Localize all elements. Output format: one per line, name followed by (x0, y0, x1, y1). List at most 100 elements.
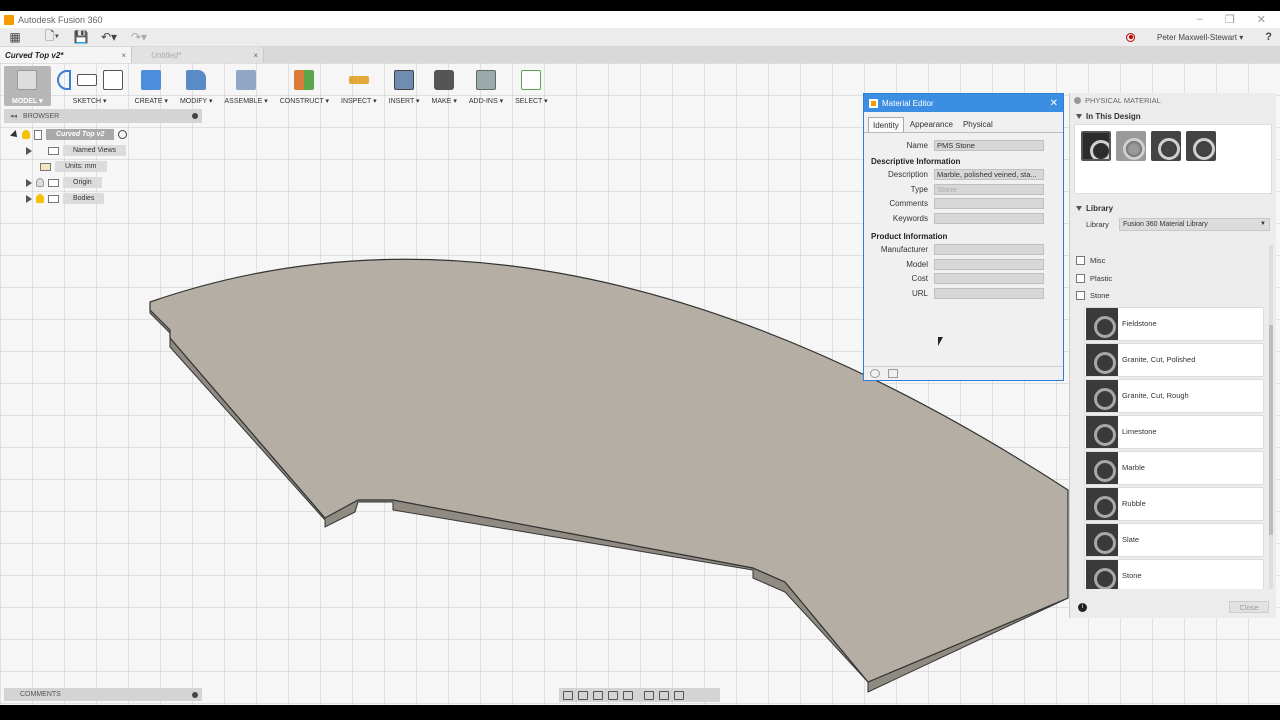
material-item[interactable]: Slate (1084, 522, 1264, 557)
type-dropdown[interactable]: Stone (934, 183, 1044, 195)
make-menu[interactable]: MAKE ▾ (426, 66, 463, 106)
scripts-addins-icon[interactable] (475, 70, 496, 90)
scrollbar-thumb[interactable] (1269, 325, 1273, 535)
description-field[interactable]: Marble, polished veined, sta... (934, 169, 1044, 181)
close-dialog-icon[interactable]: ✕ (1050, 98, 1058, 109)
material-swatch[interactable] (1186, 131, 1216, 161)
workspace-switcher[interactable]: MODEL ▾ (4, 66, 51, 106)
press-pull-icon[interactable] (186, 70, 207, 90)
visibility-bulb-icon[interactable] (36, 194, 44, 203)
tab-appearance[interactable]: Appearance (906, 117, 957, 132)
url-field[interactable] (934, 287, 1044, 299)
material-item[interactable]: Rubble (1084, 486, 1264, 521)
browser-item-named-views[interactable]: Named Views (26, 144, 127, 157)
library-scrollbar[interactable] (1269, 245, 1273, 589)
material-item[interactable]: Limestone (1084, 414, 1264, 449)
file-menu-icon[interactable]: 🗋▾ (38, 29, 66, 45)
library-dropdown[interactable]: Fusion 360 Material Library ▼ (1118, 217, 1270, 231)
visibility-bulb-icon[interactable] (36, 178, 44, 187)
browser-root-node[interactable]: Curved Top v2 (10, 128, 128, 141)
tab-physical[interactable]: Physical (959, 117, 997, 132)
comments-field[interactable] (934, 198, 1044, 210)
create-menu[interactable]: CREATE ▾ (129, 66, 174, 106)
addins-menu[interactable]: ADD-INS ▾ (463, 66, 509, 106)
fit-icon[interactable] (623, 690, 633, 700)
zoom-icon[interactable] (608, 690, 618, 700)
expand-icon[interactable] (26, 146, 32, 155)
close-window-icon[interactable]: ✕ (1257, 13, 1266, 26)
create-sketch-icon[interactable] (56, 70, 71, 90)
material-browser-icon[interactable] (888, 369, 898, 378)
activate-radio-icon[interactable] (118, 130, 128, 139)
insert-menu[interactable]: INSERT ▾ (383, 66, 426, 106)
collapse-browser-icon[interactable]: ◂◂ (10, 112, 17, 120)
modify-menu[interactable]: MODIFY ▾ (174, 66, 219, 106)
info-icon[interactable]: i (1078, 602, 1087, 612)
panel-header[interactable]: PHYSICAL MATERIAL (1070, 93, 1276, 108)
measure-icon[interactable] (348, 76, 369, 84)
in-this-design-header[interactable]: In This Design (1070, 108, 1276, 124)
assemble-menu[interactable]: ASSEMBLE ▾ (219, 66, 274, 106)
help-icon[interactable]: ? (1265, 31, 1272, 43)
material-swatch[interactable] (1081, 131, 1111, 161)
inspect-menu[interactable]: INSPECT ▾ (335, 66, 383, 106)
category-checkbox[interactable] (1076, 291, 1085, 301)
construct-menu[interactable]: CONSTRUCT ▾ (274, 66, 335, 106)
undo-icon[interactable]: ↶▾ (96, 29, 122, 45)
redo-icon[interactable]: ↷▾ (126, 29, 152, 45)
select-menu[interactable]: SELECT ▾ (509, 66, 554, 106)
new-component-icon[interactable] (236, 70, 257, 90)
grid-settings-icon[interactable] (659, 690, 669, 700)
collapse-caret-icon[interactable] (1076, 205, 1082, 211)
rectangle-icon[interactable] (76, 74, 97, 86)
expand-icon[interactable] (10, 129, 20, 140)
model-field[interactable] (934, 258, 1044, 270)
pan-icon[interactable] (593, 690, 603, 700)
comments-panel-header[interactable]: COMMENTS (4, 688, 202, 701)
library-header[interactable]: Library (1070, 200, 1276, 216)
expand-icon[interactable] (26, 194, 32, 203)
browser-item-units[interactable]: Units: mm (40, 160, 107, 173)
category-misc[interactable]: Misc (1070, 252, 1270, 270)
orbit-icon[interactable] (563, 690, 573, 700)
3d-print-icon[interactable] (434, 70, 455, 90)
close-button[interactable]: Close (1229, 601, 1269, 613)
viewports-icon[interactable] (674, 690, 684, 700)
offset-plane-icon[interactable] (294, 70, 315, 90)
record-icon[interactable] (1126, 32, 1135, 42)
close-tab-icon[interactable]: × (121, 51, 126, 60)
category-checkbox[interactable] (1076, 256, 1085, 266)
save-icon[interactable]: 💾 (70, 29, 92, 45)
collapse-caret-icon[interactable] (1076, 113, 1082, 119)
category-checkbox[interactable] (1076, 273, 1085, 283)
material-swatch[interactable] (1116, 131, 1146, 161)
material-item[interactable]: Stone (1084, 558, 1264, 589)
pin-icon[interactable] (192, 113, 198, 119)
pin-icon[interactable] (192, 691, 198, 698)
manufacturer-field[interactable] (934, 244, 1044, 256)
insert-image-icon[interactable] (394, 70, 415, 90)
browser-item-bodies[interactable]: Bodies (26, 192, 105, 205)
panel-pin-icon[interactable] (1074, 97, 1081, 104)
maximize-icon[interactable]: ❐ (1225, 13, 1235, 26)
dialog-header[interactable]: Material Editor ✕ (864, 94, 1063, 112)
extrude-icon[interactable] (141, 70, 162, 90)
stop-sketch-icon[interactable] (102, 70, 123, 90)
library-list[interactable]: Misc Plastic Stone Fieldstone Granite, C… (1070, 245, 1270, 589)
display-settings-icon[interactable] (644, 690, 654, 700)
look-at-icon[interactable] (578, 690, 588, 700)
category-stone[interactable]: Stone (1070, 287, 1270, 305)
name-field[interactable]: PMS Stone (934, 139, 1044, 151)
material-item[interactable]: Marble (1084, 450, 1264, 485)
sketch-menu[interactable]: SKETCH ▾ (51, 66, 129, 106)
minimize-icon[interactable]: – (1197, 13, 1203, 26)
data-panel-grid-icon[interactable]: ▦ (4, 29, 26, 45)
select-icon[interactable] (521, 70, 542, 90)
material-item[interactable]: Fieldstone (1084, 306, 1264, 341)
cost-field[interactable] (934, 273, 1044, 285)
material-item[interactable]: Granite, Cut, Rough (1084, 378, 1264, 413)
tab-curved-top[interactable]: Curved Top v2* × (0, 47, 132, 63)
expand-icon[interactable] (26, 178, 32, 187)
category-plastic[interactable]: Plastic (1070, 270, 1270, 288)
browser-item-origin[interactable]: Origin (26, 176, 102, 189)
